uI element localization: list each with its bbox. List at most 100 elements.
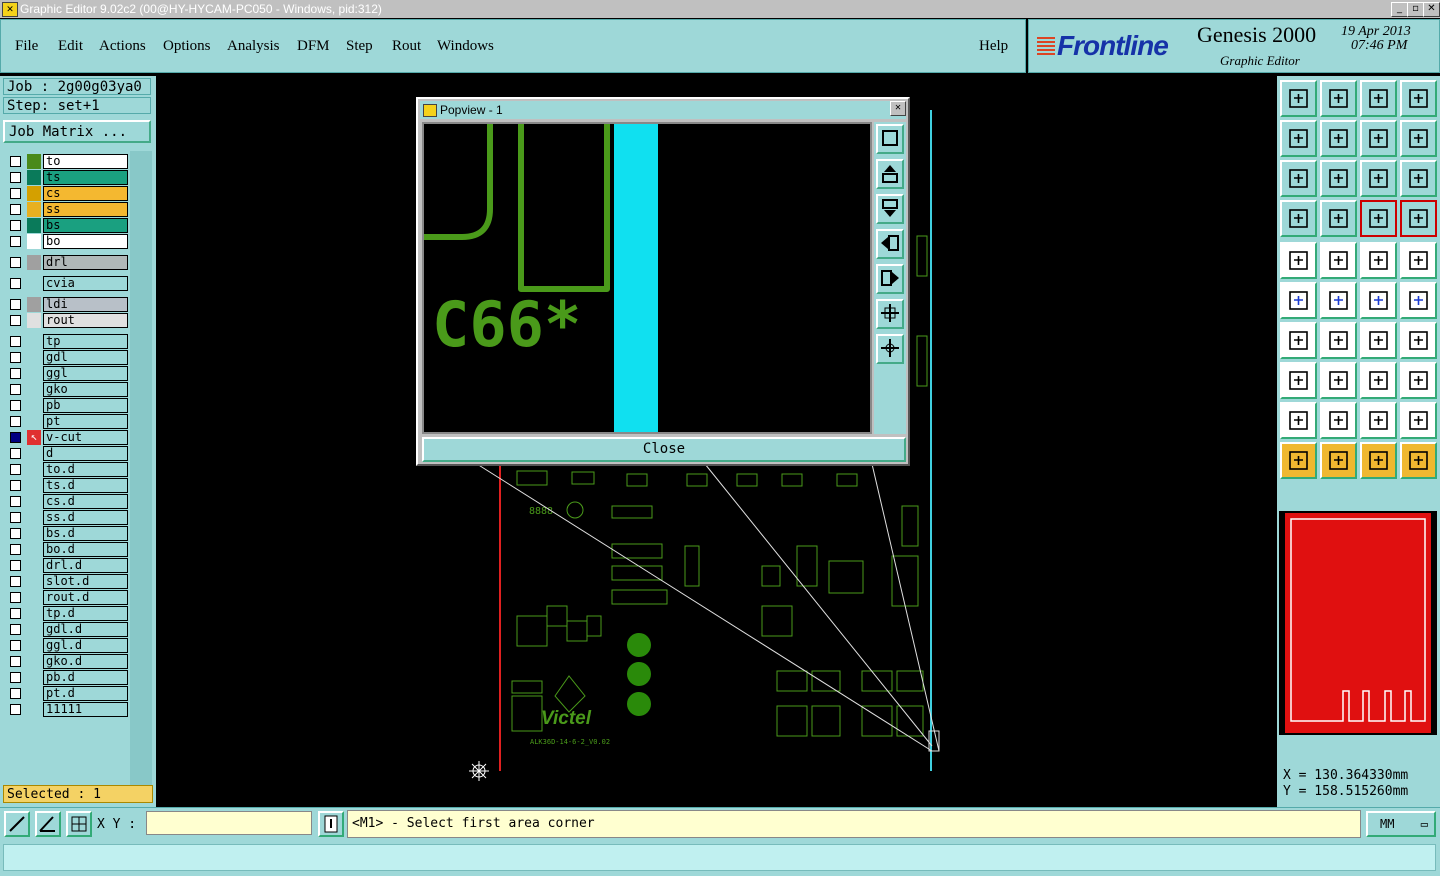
angle-icon[interactable]	[1280, 322, 1317, 359]
layer-checkbox[interactable]	[10, 400, 21, 411]
layer-row[interactable]: cs	[6, 186, 128, 201]
layer-name[interactable]: tp.d	[43, 606, 128, 621]
layer-name[interactable]: pt	[43, 414, 128, 429]
layer-name[interactable]: pt.d	[43, 686, 128, 701]
text-a-red-icon[interactable]	[1400, 402, 1437, 439]
popview-close-button[interactable]: Close	[422, 437, 906, 462]
layer-row[interactable]: pt.d	[6, 686, 128, 701]
layer-row[interactable]: ggl.d	[6, 638, 128, 653]
layer-checkbox[interactable]	[10, 236, 21, 247]
layer-row[interactable]: cs.d	[6, 494, 128, 509]
layer-row[interactable]: rout	[6, 313, 128, 328]
layer-row[interactable]: bo.d	[6, 542, 128, 557]
layer-checkbox[interactable]	[10, 204, 21, 215]
layer-checkbox[interactable]	[10, 172, 21, 183]
layer-checkbox[interactable]	[10, 608, 21, 619]
layer-checkbox[interactable]	[10, 704, 21, 715]
layer-checkbox[interactable]	[10, 576, 21, 587]
layer-row[interactable]: gdl.d	[6, 622, 128, 637]
layer-name[interactable]: bs	[43, 218, 128, 233]
layer-row[interactable]: gdl	[6, 350, 128, 365]
layer-row[interactable]: to.d	[6, 462, 128, 477]
popview-pan-left-icon[interactable]	[876, 229, 904, 259]
layer-checkbox[interactable]	[10, 156, 21, 167]
split-view-icon[interactable]	[1400, 80, 1437, 117]
layer-name[interactable]: cs	[43, 186, 128, 201]
line-icon[interactable]	[1320, 322, 1357, 359]
snap-icon[interactable]	[1280, 362, 1317, 399]
layer-row[interactable]: ldi	[6, 297, 128, 312]
layer-name[interactable]: v-cut	[43, 430, 128, 445]
center-icon[interactable]	[1320, 160, 1357, 197]
cross-icon[interactable]	[1320, 282, 1357, 319]
menu-rout[interactable]: Rout	[392, 38, 421, 55]
layer-row[interactable]: cvia	[6, 276, 128, 291]
mirror-icon[interactable]	[1400, 322, 1437, 359]
layer-checkbox[interactable]	[10, 315, 21, 326]
layer-list-scrollbar[interactable]	[130, 151, 152, 801]
layer-checkbox[interactable]	[10, 512, 21, 523]
node-icon[interactable]	[1280, 282, 1317, 319]
job-matrix-button[interactable]: Job Matrix ...	[3, 120, 151, 143]
layer-checkbox[interactable]	[10, 220, 21, 231]
layer-checkbox[interactable]	[10, 496, 21, 507]
layer-checkbox[interactable]	[10, 624, 21, 635]
xy-input[interactable]	[146, 811, 312, 835]
redo-icon[interactable]	[1400, 120, 1437, 157]
popview-window[interactable]: Popview - 1 ✕ C66* Close	[416, 97, 910, 466]
menu-windows[interactable]: Windows	[437, 38, 494, 55]
menu-help[interactable]: Help	[979, 38, 1008, 55]
one-to-one-icon[interactable]	[1360, 160, 1397, 197]
measure-icon[interactable]	[4, 811, 30, 837]
layer-name[interactable]: 11111	[43, 702, 128, 717]
layer-name[interactable]: gdl.d	[43, 622, 128, 637]
menu-analysis[interactable]: Analysis	[227, 38, 280, 55]
layer-row[interactable]: ↖ v-cut	[6, 430, 128, 445]
layer-checkbox[interactable]	[10, 299, 21, 310]
layer-name[interactable]: d	[43, 446, 128, 461]
ruler-icon[interactable]	[1360, 242, 1397, 279]
layer-name[interactable]: cs.d	[43, 494, 128, 509]
layer-row[interactable]: gko.d	[6, 654, 128, 669]
popview-zoom-in-icon[interactable]	[876, 299, 904, 329]
layer-row[interactable]: to	[6, 154, 128, 169]
layer-name[interactable]: drl.d	[43, 558, 128, 573]
layer-name[interactable]: ldi	[43, 297, 128, 312]
layer-name[interactable]: drl	[43, 255, 128, 270]
popview-title-bar[interactable]: Popview - 1	[420, 101, 906, 119]
layer-row[interactable]: bo	[6, 234, 128, 249]
close-window-button[interactable]: ✕	[1423, 2, 1440, 17]
layer-row[interactable]: ss	[6, 202, 128, 217]
layer-name[interactable]: pb	[43, 398, 128, 413]
layer-name[interactable]: ts.d	[43, 478, 128, 493]
layer-checkbox[interactable]	[10, 257, 21, 268]
layer-row[interactable]: ts.d	[6, 478, 128, 493]
layer-row[interactable]: gko	[6, 382, 128, 397]
pointer-icon[interactable]	[1280, 442, 1317, 479]
layer-name[interactable]: ss.d	[43, 510, 128, 525]
layer-row[interactable]: ggl	[6, 366, 128, 381]
arc-icon[interactable]	[1360, 322, 1397, 359]
layer-name[interactable]: gdl	[43, 350, 128, 365]
layer-checkbox[interactable]	[10, 352, 21, 363]
layer-name[interactable]: rout	[43, 313, 128, 328]
grid-icon[interactable]	[66, 811, 92, 837]
layer-checkbox[interactable]	[10, 384, 21, 395]
text-a-icon[interactable]	[1360, 402, 1397, 439]
layer-checkbox[interactable]	[10, 528, 21, 539]
popview-pan-right-icon[interactable]	[876, 264, 904, 294]
layer-name[interactable]: ss	[43, 202, 128, 217]
layer-row[interactable]: ts	[6, 170, 128, 185]
save-icon[interactable]	[1320, 80, 1357, 117]
connect-red-icon[interactable]	[1400, 282, 1437, 319]
popview-zoom-out-icon[interactable]	[876, 334, 904, 364]
add-feature-icon[interactable]	[1280, 242, 1317, 279]
layer-name[interactable]: cvia	[43, 276, 128, 291]
net-select-icon[interactable]	[1400, 200, 1437, 237]
layer-checkbox[interactable]	[10, 656, 21, 667]
layer-name[interactable]: pb.d	[43, 670, 128, 685]
layer-name[interactable]: slot.d	[43, 574, 128, 589]
layer-name[interactable]: gko.d	[43, 654, 128, 669]
layer-name[interactable]: ggl.d	[43, 638, 128, 653]
popview-canvas[interactable]: C66*	[422, 122, 872, 434]
